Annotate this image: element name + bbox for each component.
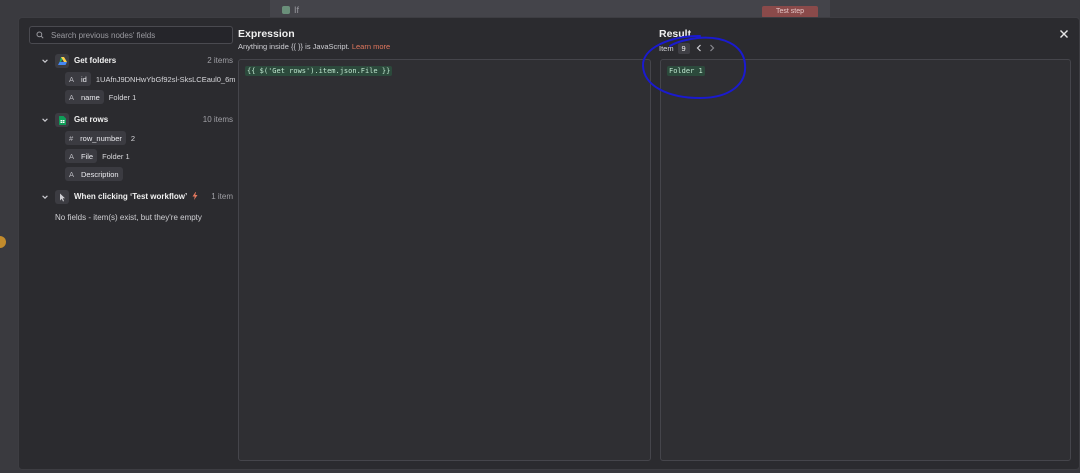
node-get-rows: Get rows 10 items # row_number 2 A File … (41, 113, 233, 181)
google-sheets-icon (55, 113, 69, 127)
expression-title: Expression (238, 28, 295, 40)
field-row[interactable]: # row_number 2 (65, 131, 233, 145)
learn-more-link[interactable]: Learn more (352, 42, 390, 51)
close-icon[interactable] (1059, 29, 1069, 39)
result-title: Result (659, 28, 692, 40)
field-value: Folder 1 (102, 151, 130, 161)
expression-editor-modal: Get folders 2 items A id 1UAfnJ9DNHwYbGf… (18, 17, 1080, 470)
empty-fields-note: No fields - item(s) exist, but they're e… (55, 213, 202, 222)
field-name: id (81, 74, 87, 84)
item-navigator: Item 9 (659, 42, 716, 54)
subtitle-prefix: Anything inside (238, 42, 291, 51)
chevron-down-icon[interactable] (41, 116, 49, 124)
previous-item-button[interactable] (695, 43, 703, 53)
item-count: 2 items (207, 56, 233, 65)
field-pill[interactable]: A id (65, 72, 91, 86)
node-get-folders: Get folders 2 items A id 1UAfnJ9DNHwYbGf… (41, 54, 236, 104)
field-pill[interactable]: # row_number (65, 131, 126, 145)
field-value: Folder 1 (108, 92, 137, 102)
next-item-button[interactable] (708, 43, 716, 53)
lightning-bolt-icon (192, 192, 198, 200)
search-input[interactable] (49, 29, 229, 41)
node-header[interactable]: Get folders 2 items (41, 54, 233, 68)
expression-code[interactable]: {{ $('Get rows').item.json.File }} (245, 66, 393, 76)
field-pill[interactable]: A File (65, 149, 98, 163)
field-row[interactable]: A id 1UAfnJ9DNHwYbGf92sl-SksLCEaul0_6m (65, 72, 236, 86)
node-title: Get folders (74, 56, 117, 65)
item-count: 10 items (202, 115, 233, 124)
field-row[interactable]: A name Folder 1 (65, 90, 233, 104)
string-type-icon: A (69, 92, 75, 102)
string-type-icon: A (69, 169, 75, 179)
node-header[interactable]: Get rows 10 items (41, 113, 233, 127)
result-value: Folder 1 (667, 66, 705, 76)
string-type-icon: A (69, 74, 75, 84)
item-label: Item (659, 43, 674, 53)
background-node-title: If (294, 5, 300, 15)
field-pill[interactable]: A Description (65, 167, 123, 181)
expression-editor[interactable]: {{ $('Get rows').item.json.File }} (238, 59, 651, 461)
search-field[interactable] (29, 26, 233, 44)
cursor-icon (55, 190, 69, 204)
background-node-edge (0, 236, 6, 248)
search-icon (36, 31, 44, 39)
item-number-input[interactable]: 9 (677, 42, 690, 54)
chevron-right-icon (709, 44, 714, 52)
background-node-bar: If Test step (270, 0, 830, 18)
chevron-down-icon[interactable] (41, 193, 49, 201)
string-type-icon: A (69, 151, 75, 161)
item-count: 1 item (211, 192, 233, 201)
node-title-text: When clicking ‘Test workflow’ (74, 192, 187, 201)
field-value: 2 (130, 133, 136, 143)
number-type-icon: # (69, 133, 74, 143)
field-row[interactable]: A File Folder 1 (65, 149, 233, 163)
subtitle-braces: {{ }} (290, 42, 304, 51)
node-title: Get rows (74, 115, 109, 124)
subtitle-suffix: is JavaScript. (303, 42, 352, 51)
field-value: 1UAfnJ9DNHwYbGf92sl-SksLCEaul0_6m (95, 74, 236, 84)
field-name: row_number (80, 133, 122, 143)
if-node-icon (282, 6, 290, 14)
node-manual-trigger: When clicking ‘Test workflow’ 1 item (41, 190, 233, 204)
node-title: When clicking ‘Test workflow’ (74, 192, 198, 201)
field-name: File (81, 151, 94, 161)
field-name: Description (81, 169, 119, 179)
result-panel: Folder 1 (660, 59, 1071, 461)
chevron-down-icon[interactable] (41, 57, 49, 65)
field-row[interactable]: A Description (65, 167, 233, 181)
node-header[interactable]: When clicking ‘Test workflow’ 1 item (41, 190, 233, 204)
expression-subtitle: Anything inside {{ }} is JavaScript. Lea… (238, 42, 390, 51)
field-name: name (81, 92, 100, 102)
chevron-left-icon (696, 44, 701, 52)
field-pill[interactable]: A name (65, 90, 104, 104)
google-drive-icon (55, 54, 69, 68)
